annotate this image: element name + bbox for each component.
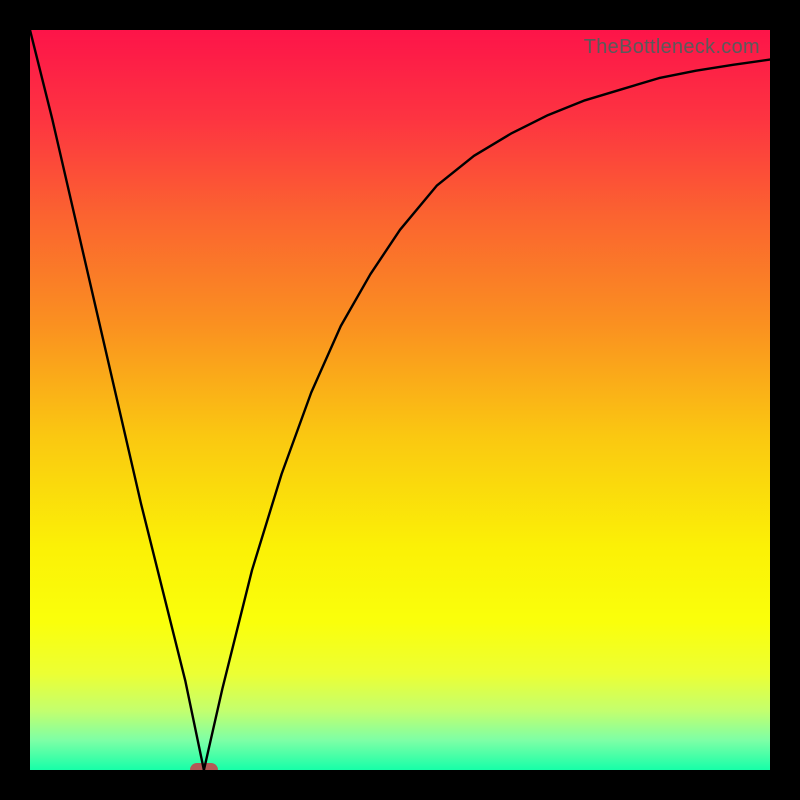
watermark-text: TheBottleneck.com <box>584 36 760 59</box>
plot-area: TheBottleneck.com <box>30 30 770 770</box>
bottleneck-curve <box>30 30 770 770</box>
chart-frame: TheBottleneck.com <box>0 0 800 800</box>
